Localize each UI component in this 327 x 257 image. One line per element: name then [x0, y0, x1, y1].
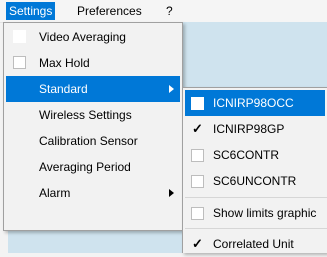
- checkbox-icon: [13, 30, 26, 43]
- submenu-item-label: SC6UNCONTR: [213, 174, 297, 188]
- menu-bar: Settings Preferences ?: [0, 0, 327, 23]
- menu-separator: [185, 197, 327, 198]
- menu-item-label: Alarm: [39, 186, 71, 200]
- checkbox-icon: [191, 149, 204, 162]
- checkbox-icon: [191, 97, 204, 110]
- menu-item-max-hold[interactable]: Max Hold: [6, 50, 180, 76]
- menu-help[interactable]: ?: [163, 2, 176, 20]
- submenu-item-show-limits-graphic[interactable]: Show limits graphic: [185, 200, 325, 226]
- submenu-item-icnirp98occ[interactable]: ICNIRP98OCC: [185, 90, 325, 116]
- submenu-item-sc6uncontr[interactable]: SC6UNCONTR: [185, 168, 325, 194]
- checkbox-icon: [191, 175, 204, 188]
- submenu-item-label: SC6CONTR: [213, 148, 280, 162]
- menu-item-label: Wireless Settings: [39, 108, 132, 122]
- checkbox-icon: [13, 56, 26, 69]
- checkmark-icon: ✓: [192, 236, 203, 251]
- standard-submenu: ICNIRP98OCC ✓ ICNIRP98GP SC6CONTR SC6UNC…: [182, 87, 327, 253]
- menu-item-calibration-sensor[interactable]: Calibration Sensor: [6, 128, 180, 154]
- menu-item-label: Averaging Period: [39, 160, 131, 174]
- menu-separator: [185, 228, 327, 229]
- menu-preferences[interactable]: Preferences: [74, 2, 145, 20]
- submenu-item-label: ICNIRP98OCC: [213, 96, 294, 110]
- menu-item-label: Max Hold: [39, 56, 90, 70]
- submenu-item-sc6contr[interactable]: SC6CONTR: [185, 142, 325, 168]
- submenu-arrow-icon: [169, 189, 174, 197]
- submenu-item-icnirp98gp[interactable]: ✓ ICNIRP98GP: [185, 116, 325, 142]
- menu-item-averaging-period[interactable]: Averaging Period: [6, 154, 180, 180]
- checkmark-icon: ✓: [192, 121, 203, 136]
- settings-dropdown-menu: Video Averaging Max Hold Standard Wirele…: [3, 22, 183, 231]
- menu-item-label: Calibration Sensor: [39, 134, 138, 148]
- submenu-item-label: ICNIRP98GP: [213, 122, 285, 136]
- submenu-item-correlated-unit[interactable]: ✓ Correlated Unit: [185, 231, 325, 257]
- submenu-arrow-icon: [169, 85, 174, 93]
- menu-settings[interactable]: Settings: [6, 2, 56, 20]
- checkbox-icon: [191, 207, 204, 220]
- menu-item-label: Video Averaging: [39, 30, 126, 44]
- submenu-item-label: Correlated Unit: [213, 237, 294, 251]
- menu-item-label: Standard: [39, 82, 88, 96]
- menu-item-video-averaging[interactable]: Video Averaging: [6, 24, 180, 50]
- menu-item-wireless-settings[interactable]: Wireless Settings: [6, 102, 180, 128]
- menu-item-standard[interactable]: Standard: [6, 76, 180, 102]
- menu-item-alarm[interactable]: Alarm: [6, 180, 180, 206]
- submenu-item-label: Show limits graphic: [213, 206, 317, 220]
